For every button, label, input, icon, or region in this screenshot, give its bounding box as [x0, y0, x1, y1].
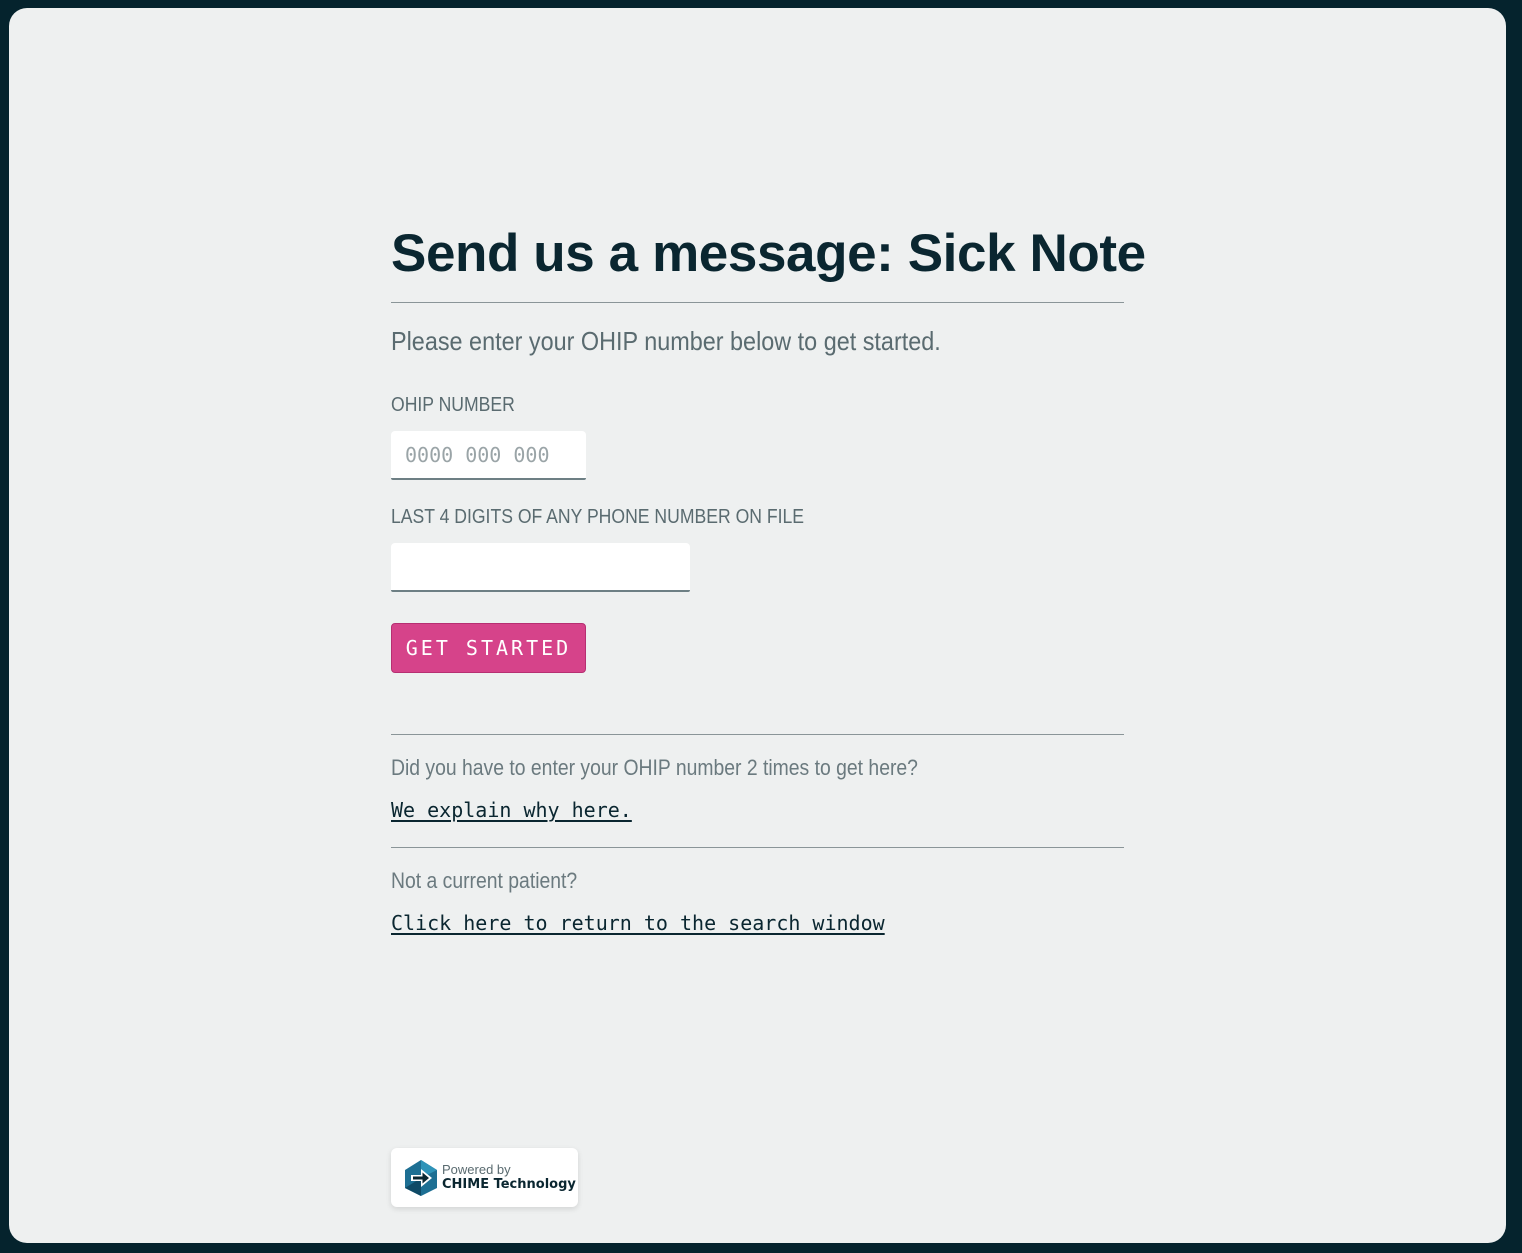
- chime-logo-icon: [405, 1160, 437, 1196]
- phone-digits-label: LAST 4 DIGITS OF ANY PHONE NUMBER ON FIL…: [391, 506, 805, 528]
- explain-why-link[interactable]: We explain why here.: [391, 797, 632, 823]
- powered-by-badge[interactable]: Powered by CHIME Technology: [391, 1148, 578, 1207]
- ohip-number-input[interactable]: [391, 431, 586, 480]
- divider: [391, 302, 1124, 303]
- phone-digits-input[interactable]: [391, 543, 690, 592]
- not-patient-question: Not a current patient?: [391, 868, 578, 893]
- ohip-number-label: OHIP NUMBER: [391, 394, 515, 416]
- get-started-button[interactable]: GET STARTED: [391, 623, 586, 673]
- ohip-twice-question: Did you have to enter your OHIP number 2…: [391, 755, 918, 780]
- divider: [391, 734, 1124, 735]
- brand-name: CHIME Technology: [442, 1177, 576, 1192]
- main-card: Send us a message: Sick Note Please ente…: [9, 8, 1506, 1243]
- form-section: Send us a message: Sick Note Please ente…: [391, 216, 1146, 936]
- page-title: Send us a message: Sick Note: [391, 224, 1146, 283]
- return-to-search-link[interactable]: Click here to return to the search windo…: [391, 910, 885, 936]
- intro-text: Please enter your OHIP number below to g…: [391, 326, 941, 356]
- powered-by-text: Powered by: [442, 1162, 511, 1177]
- divider: [391, 847, 1124, 848]
